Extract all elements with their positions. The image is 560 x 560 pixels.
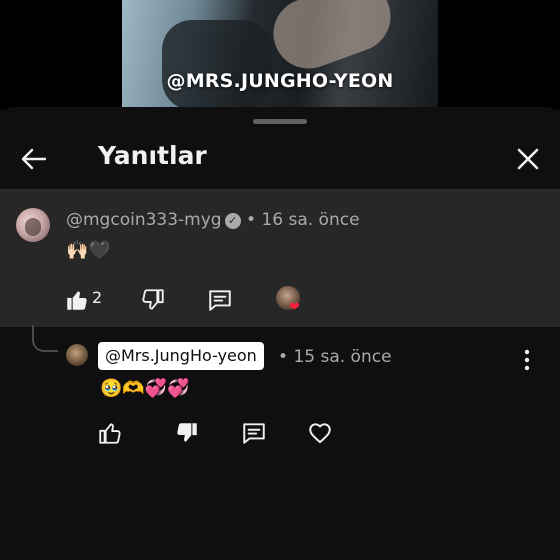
author-handle[interactable]: @mgcoin333-myg [66, 210, 222, 230]
heart-icon: ❤ [289, 300, 300, 315]
close-icon [517, 148, 539, 170]
comment-header: @mgcoin333-myg ✓ • 16 sa. önce [66, 210, 360, 230]
more-options-button[interactable] [516, 347, 538, 373]
thumbs-up-icon [67, 291, 87, 310]
arrow-left-icon [21, 148, 47, 170]
video-caption: @MRS.JUNGHO-YEON [166, 70, 394, 92]
reply-text: 🥹🫶💞💞 [100, 378, 190, 399]
meta-separator: • [278, 347, 289, 367]
like-count: 2 [92, 288, 103, 307]
comment-time: • 15 sa. önce [278, 347, 392, 367]
heart-button[interactable] [307, 420, 335, 448]
video-thumbnail [122, 0, 438, 110]
sheet-header: Yanıtlar [0, 127, 560, 189]
avatar[interactable] [16, 208, 50, 242]
like-button[interactable] [64, 287, 92, 315]
thumbs-down-icon [177, 423, 197, 442]
page-title: Yanıtlar [98, 141, 207, 170]
dislike-button[interactable] [140, 287, 168, 315]
reply-time-text: 15 sa. önce [293, 347, 392, 367]
dislike-button[interactable] [174, 420, 202, 448]
video-area[interactable]: @MRS.JUNGHO-YEON [0, 0, 560, 110]
comment-time: 16 sa. önce [261, 210, 360, 230]
like-button[interactable] [97, 420, 125, 448]
drag-handle[interactable] [253, 119, 307, 124]
comment-icon [243, 423, 265, 444]
reply-comment: @Mrs.JungHo-yeon • 15 sa. önce 🥹🫶💞💞 [0, 327, 560, 467]
more-vertical-icon [524, 349, 530, 371]
back-button[interactable] [18, 143, 50, 175]
thumbs-down-icon [142, 289, 164, 310]
verified-check-icon: ✓ [224, 213, 241, 229]
comment-icon [209, 290, 231, 311]
reply-button[interactable] [241, 420, 269, 448]
parent-comment: @mgcoin333-myg ✓ • 16 sa. önce 🙌🏻🖤 2 ❤ [0, 190, 560, 327]
meta-separator: • [246, 210, 257, 230]
close-button[interactable] [512, 143, 544, 175]
reply-button[interactable] [207, 287, 235, 315]
thumbs-up-icon [99, 423, 121, 444]
author-mention-chip[interactable]: @Mrs.JungHo-yeon [98, 342, 264, 370]
avatar[interactable] [66, 344, 88, 366]
replies-sheet: Yanıtlar @mgcoin333-myg ✓ • 16 sa. önce 🙌… [0, 107, 560, 560]
heart-outline-icon [309, 423, 331, 444]
comment-text: 🙌🏻🖤 [66, 240, 111, 261]
